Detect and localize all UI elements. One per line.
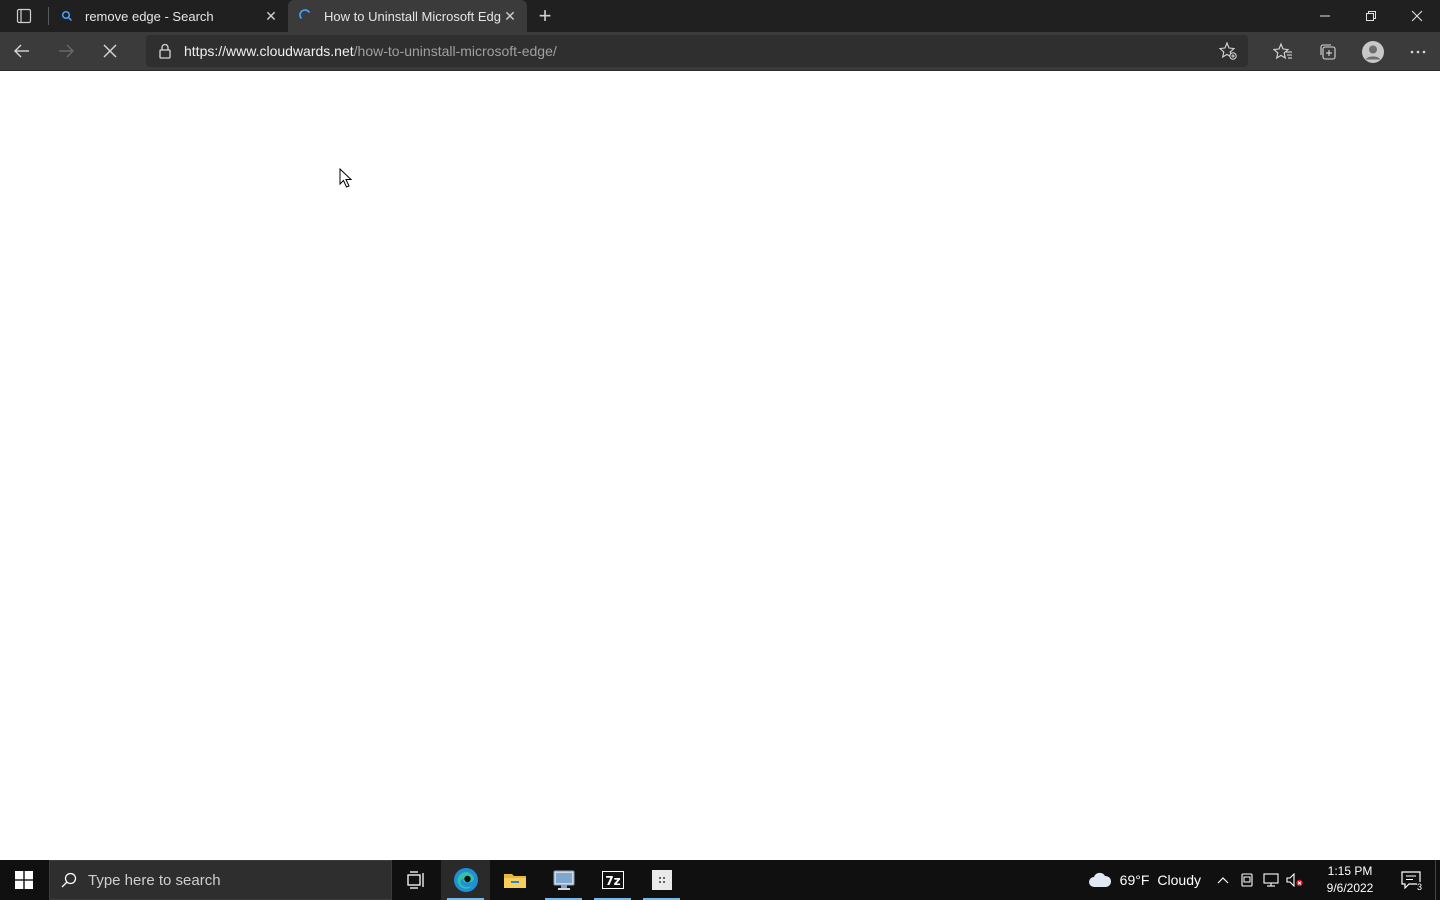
- taskbar-file-explorer-button[interactable]: [490, 860, 539, 900]
- url-host: www.cloudwards.net: [226, 43, 354, 59]
- avatar-icon: [1361, 40, 1384, 63]
- page-content[interactable]: [0, 71, 1440, 860]
- close-tab-icon[interactable]: ✕: [501, 7, 519, 25]
- lock-icon[interactable]: [146, 43, 184, 59]
- minimize-icon: [1320, 15, 1330, 17]
- edge-icon: [453, 868, 478, 892]
- taskbar-search-box[interactable]: Type here to search: [49, 860, 392, 900]
- close-window-button[interactable]: [1394, 0, 1440, 32]
- cloud-icon: [1088, 872, 1111, 887]
- stop-icon: [103, 44, 117, 58]
- search-placeholder: Type here to search: [88, 871, 221, 889]
- taskbar-remote-app-button[interactable]: [539, 860, 588, 900]
- taskbar-7zip-button[interactable]: 7z: [588, 860, 637, 900]
- tab-remove-edge-search[interactable]: remove edge - Search ✕: [49, 0, 288, 32]
- volume-button[interactable]: [1283, 860, 1307, 900]
- close-icon: [1411, 10, 1423, 22]
- collections-icon: [1319, 43, 1336, 60]
- forward-button[interactable]: [44, 33, 88, 69]
- tab-uninstall-edge[interactable]: How to Uninstall Microsoft Edge ✕: [288, 0, 527, 32]
- app-icon: [651, 870, 672, 890]
- chevron-up-icon: [1217, 877, 1229, 884]
- tab-actions-button[interactable]: [0, 0, 48, 32]
- favorites-icon: [1272, 42, 1292, 59]
- action-center-button[interactable]: 3: [1387, 860, 1435, 900]
- search-icon: [59, 8, 75, 24]
- url-scheme: https://: [184, 43, 227, 59]
- favorites-button[interactable]: [1260, 34, 1305, 70]
- remote-desktop-icon: [553, 870, 574, 890]
- collections-button[interactable]: [1305, 34, 1350, 70]
- url-path: /how-to-uninstall-microsoft-edge/: [353, 43, 557, 59]
- more-icon: [1410, 50, 1425, 53]
- task-view-button[interactable]: [392, 860, 441, 900]
- tab-title: How to Uninstall Microsoft Edge: [324, 8, 501, 24]
- windows-logo-icon: [15, 871, 33, 889]
- taskbar-edge-button[interactable]: [441, 860, 490, 900]
- browser-titlebar: remove edge - Search ✕ How to Uninstall …: [0, 0, 1440, 32]
- profile-button[interactable]: [1350, 34, 1395, 70]
- tab-title: remove edge - Search: [85, 8, 214, 24]
- 7zip-icon: 7z: [601, 871, 624, 889]
- browser-toolbar: https://www.cloudwards.net/how-to-uninst…: [0, 32, 1440, 71]
- address-bar[interactable]: https://www.cloudwards.net/how-to-uninst…: [146, 35, 1248, 67]
- add-favorite-icon[interactable]: [1218, 41, 1238, 61]
- device-icon: [1241, 873, 1253, 887]
- taskbar-app-button[interactable]: [637, 860, 686, 900]
- mouse-cursor-icon: [339, 168, 353, 188]
- network-icon: [1263, 873, 1279, 887]
- back-button[interactable]: [0, 33, 44, 69]
- new-tab-button[interactable]: +: [527, 0, 563, 32]
- svg-text:7z: 7z: [605, 874, 620, 888]
- clock-date: 9/6/2022: [1326, 881, 1374, 895]
- show-desktop-button[interactable]: [1435, 860, 1440, 900]
- stop-loading-button[interactable]: [88, 33, 132, 69]
- close-tab-icon[interactable]: ✕: [262, 7, 280, 25]
- loading-spinner-icon: [298, 8, 314, 24]
- task-view-icon: [406, 871, 424, 889]
- search-icon: [50, 871, 88, 889]
- toolbar-right: [1260, 32, 1440, 71]
- volume-muted-icon: [1286, 873, 1303, 887]
- tab-actions-icon: [16, 8, 32, 24]
- notification-count-badge: 3: [1416, 882, 1422, 892]
- weather-temp: 69°F: [1119, 872, 1150, 888]
- system-tray: 69°F Cloudy 1:15 PM 9/6/2022 3: [1088, 860, 1440, 900]
- start-button[interactable]: [0, 860, 48, 900]
- folder-icon: [503, 874, 526, 888]
- tray-device-icon-button[interactable]: [1235, 860, 1259, 900]
- arrow-left-icon: [14, 44, 29, 58]
- network-button[interactable]: [1259, 860, 1283, 900]
- minimize-button[interactable]: [1302, 0, 1348, 32]
- weather-condition: Cloudy: [1157, 872, 1201, 888]
- taskbar-clock[interactable]: 1:15 PM 9/6/2022: [1313, 863, 1387, 897]
- restore-button[interactable]: [1348, 0, 1394, 32]
- restore-icon: [1366, 11, 1376, 21]
- arrow-right-icon: [59, 44, 74, 58]
- settings-more-button[interactable]: [1395, 34, 1440, 70]
- show-hidden-icons-button[interactable]: [1211, 860, 1235, 900]
- url-text: https://www.cloudwards.net/how-to-uninst…: [184, 43, 557, 59]
- weather-widget[interactable]: 69°F Cloudy: [1088, 872, 1201, 888]
- plus-icon: +: [538, 3, 552, 28]
- windows-taskbar: Type here to search 7z 69°F Cloudy 1:15 …: [0, 860, 1440, 900]
- clock-time: 1:15 PM: [1327, 864, 1373, 878]
